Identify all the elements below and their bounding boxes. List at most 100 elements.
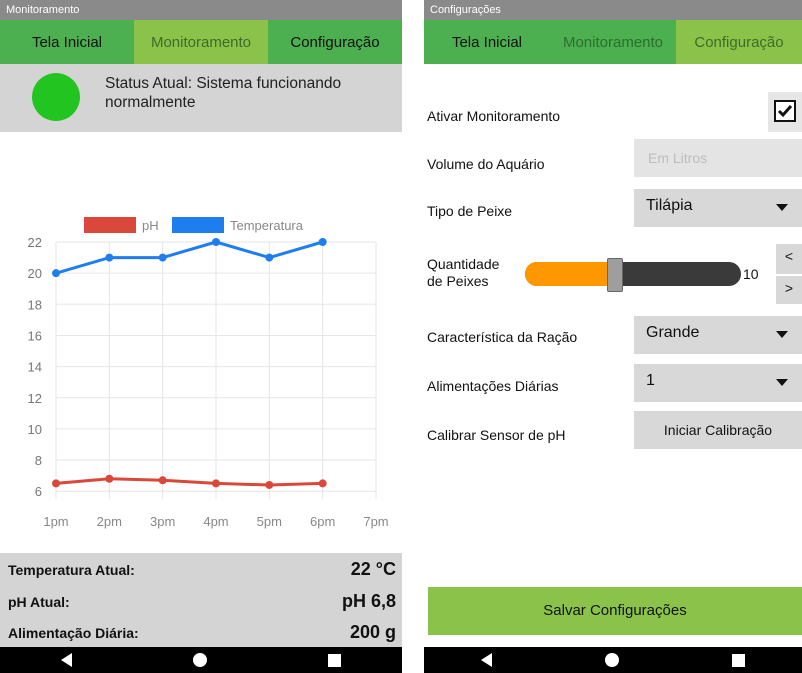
racao-label: Característica da Ração — [427, 329, 578, 345]
y-tick-label: 12 — [28, 391, 42, 406]
volume-input[interactable]: Em Litros — [634, 139, 802, 177]
data-point — [105, 474, 114, 483]
series-line-0 — [55, 477, 323, 487]
data-point — [265, 480, 274, 489]
data-point — [318, 238, 327, 246]
qtd-label-line1: Quantidade — [427, 256, 500, 272]
save-settings-button[interactable]: Salvar Configurações — [428, 587, 802, 635]
alim-label: Alimentações Diárias — [427, 378, 559, 394]
chart-grid — [55, 241, 377, 499]
x-tick-label: 6pm — [310, 514, 335, 529]
data-point — [158, 253, 167, 262]
y-tick-label: 6 — [35, 484, 42, 499]
tipo-label: Tipo de Peixe — [427, 203, 513, 219]
feeding-label: Alimentação Diária: — [8, 625, 139, 641]
qtd-slider[interactable]: 10 — [525, 258, 762, 292]
tab-configuracao[interactable]: Configuração — [268, 20, 402, 64]
info-row-ph: pH Atual: pH 6,8 — [8, 589, 396, 613]
chevron-down-icon — [776, 204, 788, 211]
qtd-value: 10 — [743, 266, 759, 282]
android-navbar — [0, 647, 402, 673]
statusbar-title: Configurações — [424, 0, 802, 20]
sensor-chart: 6 8 10 12 14 16 18 20 22 1pm 2pm 3pm 4pm 5pm 6pm 7pm p… — [28, 217, 389, 529]
tipo-dropdown[interactable]: Tilápia — [634, 189, 802, 227]
temperature-value: 22 °C — [350, 559, 396, 579]
y-tick-label: 22 — [28, 235, 42, 250]
tab-bar: Tela Inicial Monitoramento Configuração — [424, 20, 802, 64]
y-tick-label: 8 — [35, 453, 42, 468]
tab-bar: Tela Inicial Monitoramento Configuração — [0, 20, 402, 64]
legend-label: Temperatura — [230, 218, 304, 233]
ph-value: pH 6,8 — [341, 591, 396, 611]
tab-configuracao[interactable]: Configuração — [676, 20, 802, 64]
data-point — [212, 479, 220, 488]
legend-label: pH — [142, 218, 159, 233]
home-icon[interactable] — [192, 653, 207, 667]
status-text: Status Atual: Sistema funcionando normal… — [105, 75, 342, 111]
x-tick-label: 3pm — [150, 514, 175, 529]
chevron-down-icon — [776, 331, 788, 338]
qtd-label: Quantidade de Peixes — [427, 256, 499, 290]
home-icon[interactable] — [604, 653, 619, 667]
legend-swatch — [172, 217, 224, 233]
tab-tela-inicial[interactable]: Tela Inicial — [424, 20, 550, 64]
x-tick-label: 1pm — [43, 514, 68, 529]
qtd-label-line2: de Peixes — [427, 273, 489, 289]
statusbar-title: Monitoramento — [0, 0, 402, 20]
android-navbar — [424, 647, 802, 673]
recent-apps-icon[interactable] — [328, 653, 342, 667]
monitoring-screen: Monitoramento Tela Inicial Monitoramento… — [0, 0, 402, 673]
tab-tela-inicial[interactable]: Tela Inicial — [0, 20, 134, 64]
feeding-value: 200 g — [349, 622, 396, 642]
x-tick-label: 5pm — [257, 514, 282, 529]
data-point — [265, 253, 274, 262]
data-point — [212, 238, 220, 246]
chevron-down-icon — [776, 379, 788, 386]
checkmark-icon — [777, 105, 793, 118]
racao-value: Grande — [646, 324, 700, 341]
y-tick-label: 16 — [28, 328, 42, 343]
slider-fill — [525, 262, 612, 286]
back-icon[interactable] — [480, 653, 492, 667]
ph-label: pH Atual: — [8, 594, 70, 610]
tipo-value: Tilápia — [646, 197, 693, 214]
alim-dropdown[interactable]: 1 — [634, 364, 802, 402]
x-axis-ticks: 1pm 2pm 3pm 4pm 5pm 6pm 7pm — [43, 514, 388, 529]
chart-lines — [52, 238, 327, 489]
alim-value: 1 — [646, 372, 655, 389]
chart-legend: pH Temperatura — [84, 217, 304, 233]
y-tick-label: 14 — [28, 360, 42, 375]
back-icon[interactable] — [60, 653, 72, 667]
slider-thumb[interactable] — [607, 258, 624, 292]
current-readings-panel: Temperatura Atual: 22 °C pH Atual: pH 6,… — [0, 553, 402, 647]
tab-monitoramento[interactable]: Monitoramento — [550, 20, 676, 64]
stepper-decrement[interactable]: < — [776, 244, 802, 274]
legend-swatch — [84, 217, 136, 233]
status-indicator-icon — [32, 73, 80, 121]
x-tick-label: 4pm — [203, 514, 228, 529]
data-point — [158, 476, 167, 485]
data-point — [105, 253, 114, 262]
data-point — [318, 479, 327, 488]
calib-label: Calibrar Sensor de pH — [427, 427, 566, 443]
calib-button[interactable]: Iniciar Calibração — [634, 411, 802, 449]
y-tick-label: 18 — [28, 297, 42, 312]
series-line-1 — [55, 240, 324, 275]
data-point — [52, 269, 60, 278]
status-panel: Status Atual: Sistema funcionando normal… — [0, 64, 402, 132]
tab-monitoramento[interactable]: Monitoramento — [134, 20, 268, 64]
data-point — [52, 479, 60, 488]
stepper-increment[interactable]: > — [776, 276, 802, 304]
info-row-feeding: Alimentação Diária: 200 g — [8, 620, 396, 644]
settings-screen: Configurações Tela Inicial Monitoramento… — [424, 0, 802, 673]
volume-placeholder: Em Litros — [648, 150, 708, 166]
ativar-label: Ativar Monitoramento — [427, 108, 561, 124]
temperature-label: Temperatura Atual: — [8, 562, 135, 578]
racao-dropdown[interactable]: Grande — [634, 316, 802, 354]
recent-apps-icon[interactable] — [732, 653, 746, 667]
x-tick-label: 7pm — [363, 514, 388, 529]
info-row-temperature: Temperatura Atual: 22 °C — [8, 557, 396, 581]
y-tick-label: 20 — [28, 266, 42, 281]
ativar-checkbox[interactable] — [768, 92, 802, 132]
x-tick-label: 2pm — [97, 514, 122, 529]
